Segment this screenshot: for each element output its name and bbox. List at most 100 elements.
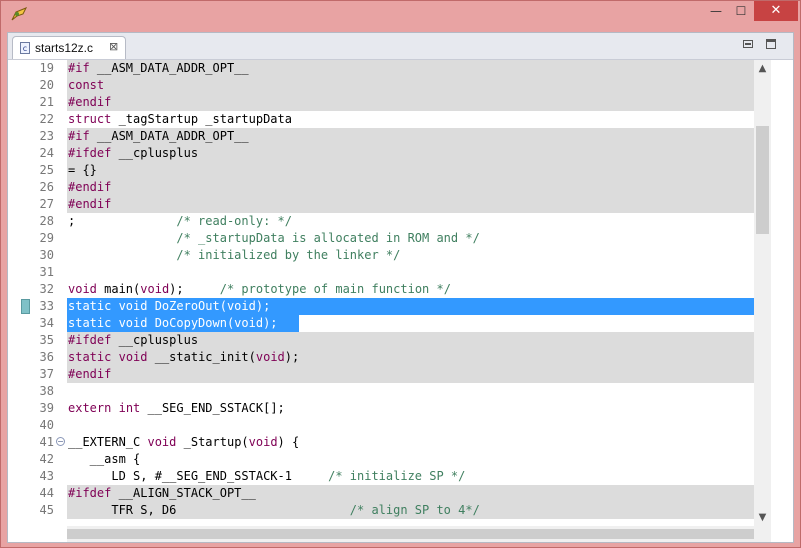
code-text: const: [68, 78, 105, 92]
code-line[interactable]: 36 static void __static_init(void);: [8, 349, 754, 366]
code-line[interactable]: 21 #endif: [8, 94, 754, 111]
tab-label: starts12z.c: [35, 41, 94, 55]
line-number: 19: [39, 61, 54, 75]
code-text: #ifdef __cplusplus: [68, 146, 199, 160]
code-line[interactable]: 26 #endif: [8, 179, 754, 196]
c-file-icon: c: [20, 42, 30, 54]
line-number: 39: [39, 401, 54, 415]
code-text: struct _tagStartup _startupData: [68, 112, 292, 126]
scroll-up-icon[interactable]: ▲: [754, 60, 771, 77]
code-line[interactable]: 31: [8, 264, 754, 281]
scroll-down-icon[interactable]: ▼: [754, 509, 771, 526]
line-number: 40: [39, 418, 54, 432]
code-line[interactable]: 29 /* _startupData is allocated in ROM a…: [8, 230, 754, 247]
editor-tab-bar: c starts12z.c ⊠: [8, 33, 793, 60]
line-number: 27: [39, 197, 54, 211]
code-text: #ifdef __ALIGN_STACK_OPT__: [68, 486, 256, 500]
close-button[interactable]: ✕: [754, 1, 798, 21]
line-number: 28: [39, 214, 54, 228]
line-number: 44: [39, 486, 54, 500]
code-line[interactable]: 42 __asm {: [8, 451, 754, 468]
code-line[interactable]: 24 #ifdef __cplusplus: [8, 145, 754, 162]
line-number: 36: [39, 350, 54, 364]
code-text: void main(void); /* prototype of main fu…: [68, 282, 451, 296]
fold-collapse-icon[interactable]: −: [56, 437, 65, 446]
line-number: 24: [39, 146, 54, 160]
line-highlight: [67, 179, 754, 196]
view-minimize-icon[interactable]: [743, 40, 753, 48]
code-line[interactable]: 37 #endif: [8, 366, 754, 383]
line-highlight: [67, 451, 754, 468]
line-number: 38: [39, 384, 54, 398]
code-text: static void DoCopyDown(void);: [68, 316, 278, 330]
code-line[interactable]: 43 LD S, #__SEG_END_SSTACK-1 /* initiali…: [8, 468, 754, 485]
line-highlight: [67, 383, 754, 400]
maximize-button[interactable]: ☐: [728, 1, 754, 21]
code-line[interactable]: 41− __EXTERN_C void _Startup(void) {: [8, 434, 754, 451]
code-line[interactable]: 20 const: [8, 77, 754, 94]
line-number: 31: [39, 265, 54, 279]
code-text: #endif: [68, 197, 112, 211]
code-line[interactable]: 28 ; /* read-only: */: [8, 213, 754, 230]
code-line[interactable]: 23 #if __ASM_DATA_ADDR_OPT__: [8, 128, 754, 145]
code-text: static void DoZeroOut(void);: [68, 299, 271, 313]
code-line[interactable]: 32 void main(void); /* prototype of main …: [8, 281, 754, 298]
line-number: 34: [39, 316, 54, 330]
code-text: #if __ASM_DATA_ADDR_OPT__: [68, 61, 249, 75]
scrollbar-corner: [754, 526, 771, 542]
code-text: __EXTERN_C void _Startup(void) {: [68, 435, 300, 449]
editor-right-margin: [771, 60, 793, 542]
code-line[interactable]: 34 static void DoCopyDown(void);: [8, 315, 754, 332]
line-number: 37: [39, 367, 54, 381]
code-line[interactable]: 44 #ifdef __ALIGN_STACK_OPT__: [8, 485, 754, 502]
line-highlight: [67, 94, 754, 111]
line-number: 23: [39, 129, 54, 143]
code-line[interactable]: 39 extern int __SEG_END_SSTACK[];: [8, 400, 754, 417]
code-line[interactable]: 19 #if __ASM_DATA_ADDR_OPT__: [8, 60, 754, 77]
line-highlight: [299, 315, 754, 332]
code-text: /* _startupData is allocated in ROM and …: [176, 231, 480, 245]
horizontal-scroll-thumb[interactable]: [67, 529, 754, 539]
code-line[interactable]: 22 struct _tagStartup _startupData: [8, 111, 754, 128]
code-line[interactable]: 33 static void DoZeroOut(void);: [8, 298, 754, 315]
vertical-scrollbar[interactable]: ▲ ▼: [754, 60, 771, 526]
line-highlight: [67, 162, 754, 179]
line-number: 26: [39, 180, 54, 194]
line-number: 29: [39, 231, 54, 245]
line-number: 33: [39, 299, 54, 313]
code-text: __asm {: [68, 452, 141, 466]
code-line[interactable]: 45 TFR S, D6 /* align SP to 4*/: [8, 502, 754, 519]
code-line[interactable]: 30 /* initialized by the linker */: [8, 247, 754, 264]
editor-tab-starts12z[interactable]: c starts12z.c ⊠: [12, 36, 126, 59]
code-line[interactable]: 27 #endif: [8, 196, 754, 213]
code-line[interactable]: 40: [8, 417, 754, 434]
code-text: #endif: [68, 95, 112, 109]
code-line[interactable]: 38: [8, 383, 754, 400]
code-line[interactable]: 25 = {}: [8, 162, 754, 179]
line-number: 25: [39, 163, 54, 177]
horizontal-scrollbar[interactable]: [67, 526, 754, 542]
code-text: /* initialized by the linker */: [176, 248, 401, 262]
title-bar: — ☐ ✕: [1, 1, 800, 27]
app-window: — ☐ ✕ c starts12z.c ⊠ 19 #if __ASM_DATA_A…: [0, 0, 801, 548]
line-number: 42: [39, 452, 54, 466]
code-text: LD S, #__SEG_END_SSTACK-1 /* initialize …: [68, 469, 466, 483]
code-text: #if __ASM_DATA_ADDR_OPT__: [68, 129, 249, 143]
code-line[interactable]: 35 #ifdef __cplusplus: [8, 332, 754, 349]
tab-close-icon[interactable]: ⊠: [109, 40, 118, 53]
line-number: 30: [39, 248, 54, 262]
line-number: 22: [39, 112, 54, 126]
editor-area: c starts12z.c ⊠ 19 #if __ASM_DATA_ADDR_OP…: [7, 32, 794, 543]
line-highlight: [67, 264, 754, 281]
code-editor[interactable]: 19 #if __ASM_DATA_ADDR_OPT__ 20 const 21 #end…: [8, 60, 793, 542]
line-number: 43: [39, 469, 54, 483]
line-number: 21: [39, 95, 54, 109]
line-number: 45: [39, 503, 54, 517]
code-text: static void __static_init(void);: [68, 350, 300, 364]
view-maximize-icon[interactable]: [766, 39, 776, 49]
code-text: #ifdef __cplusplus: [68, 333, 199, 347]
app-logo-icon: [11, 7, 27, 21]
line-number: 35: [39, 333, 54, 347]
vertical-scroll-thumb[interactable]: [756, 126, 769, 234]
minimize-button[interactable]: —: [704, 1, 728, 21]
